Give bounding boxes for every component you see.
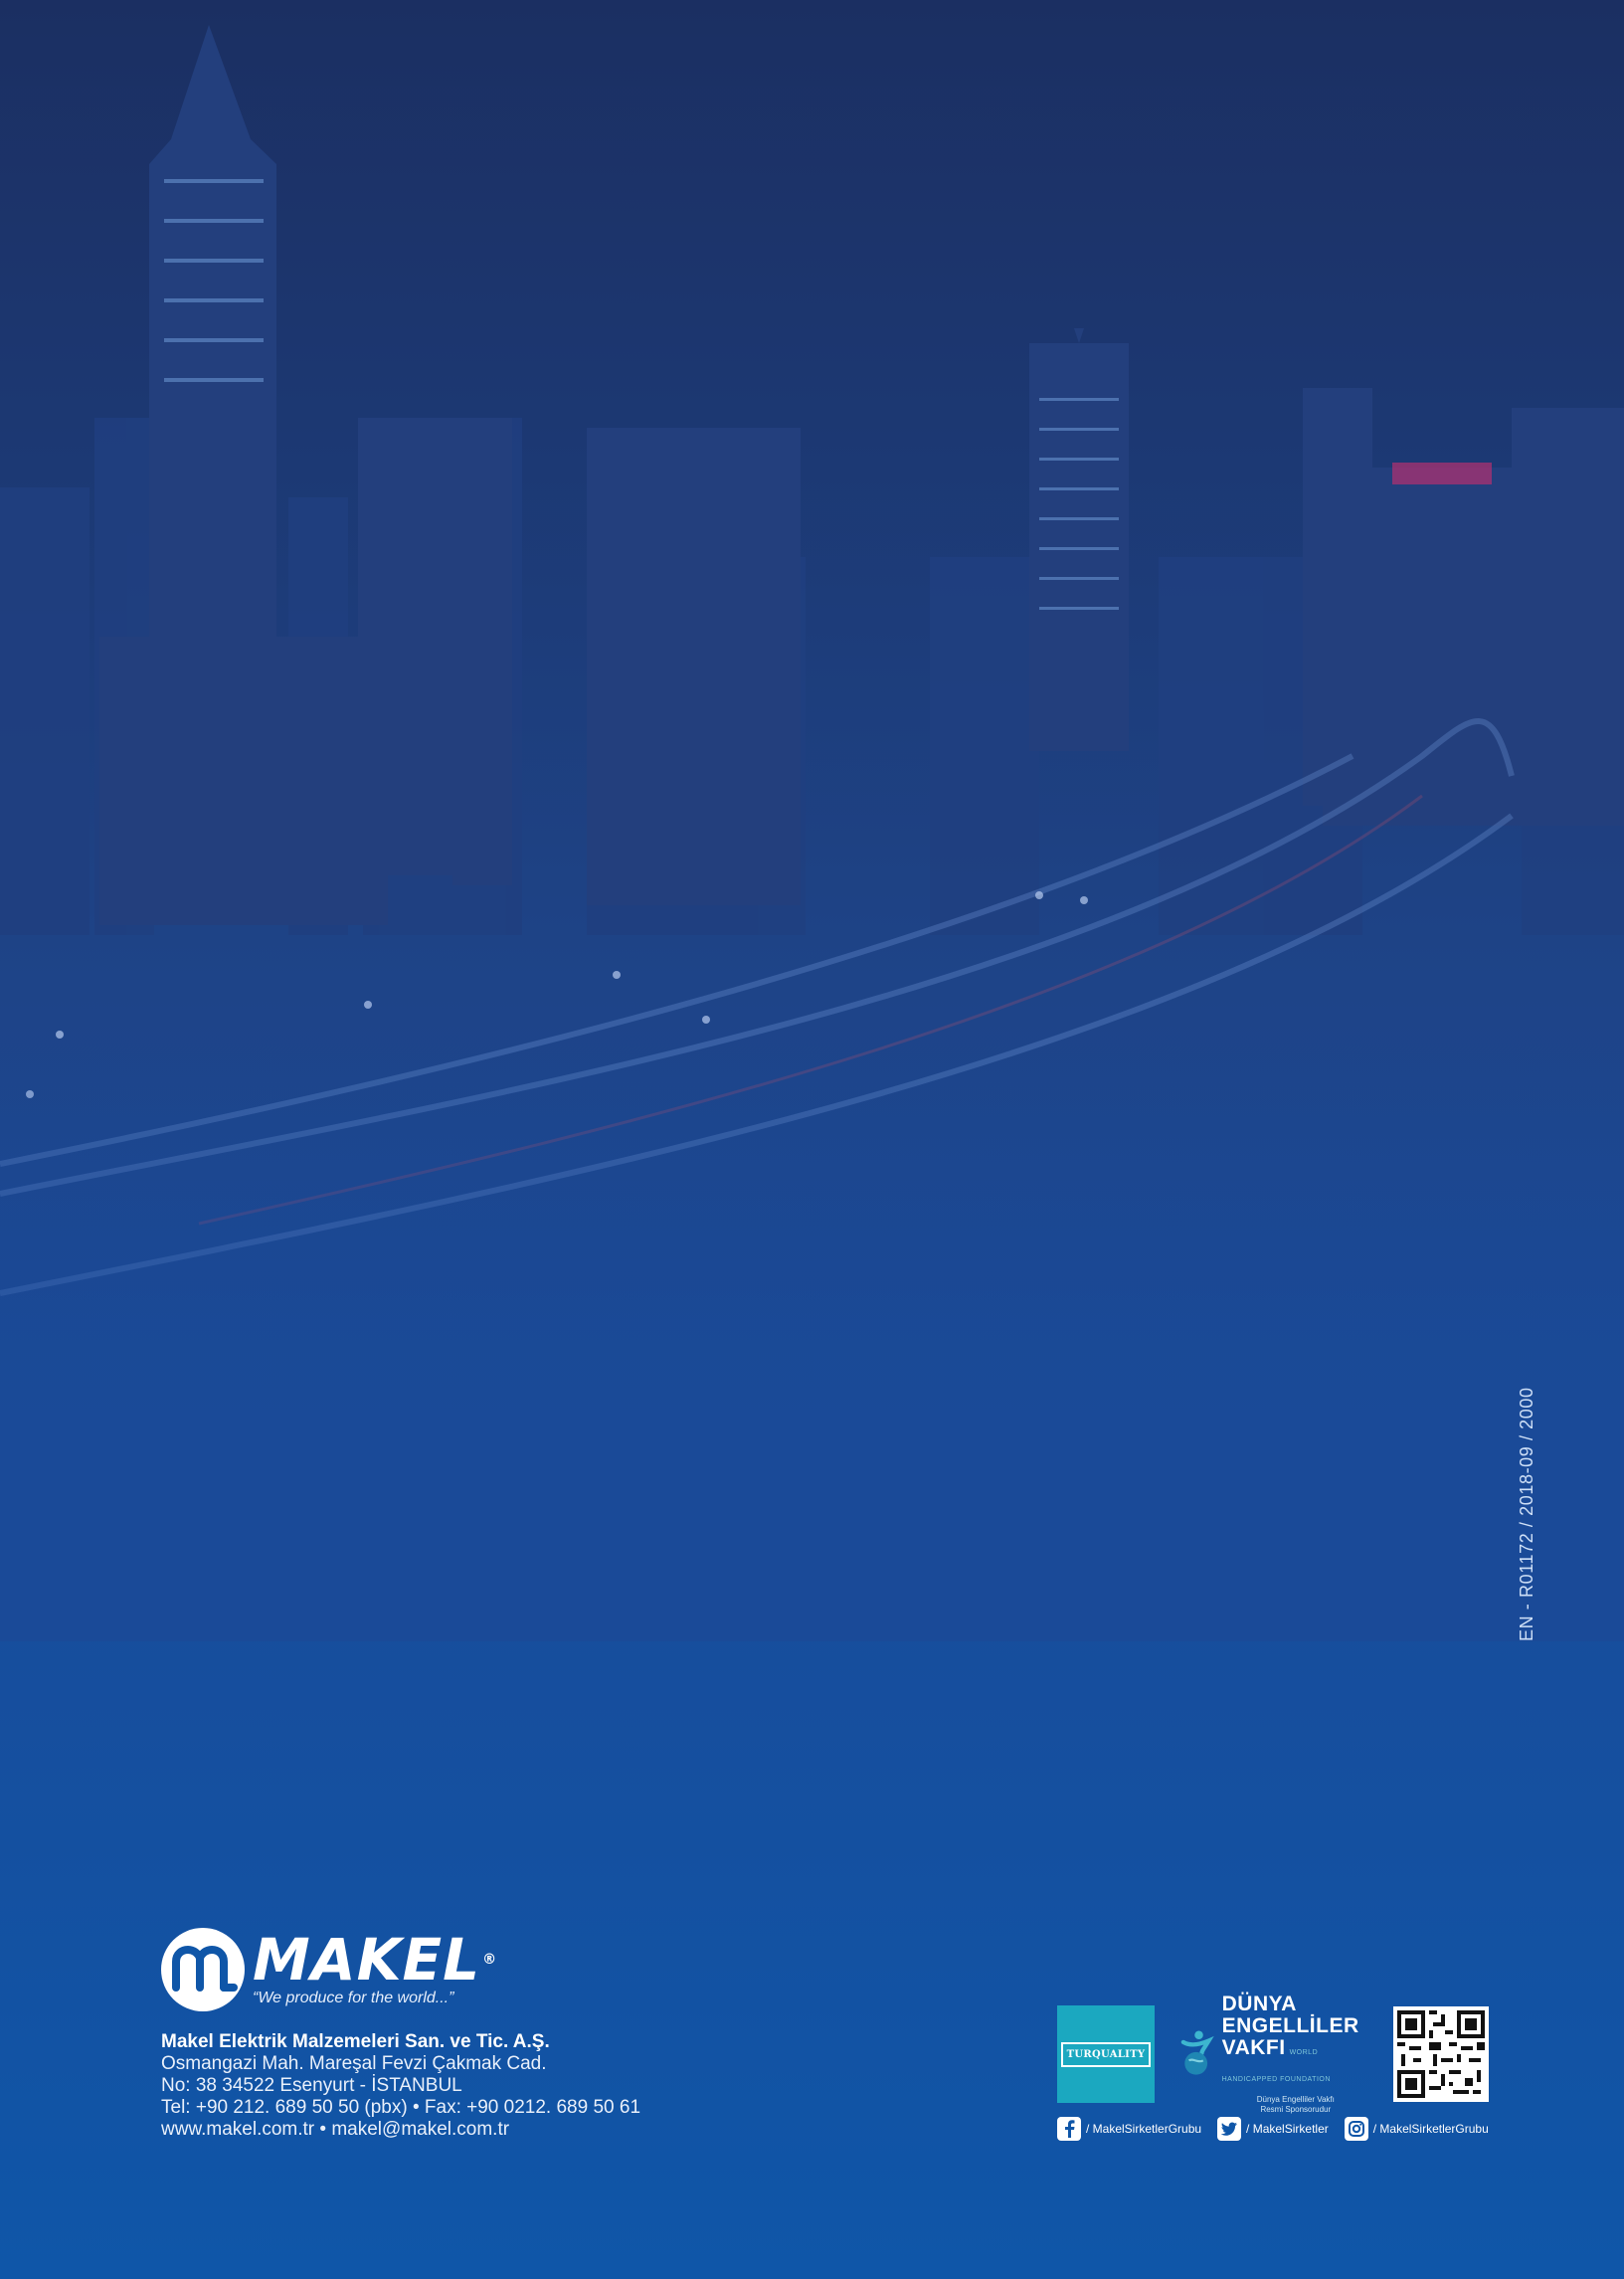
qr-code[interactable] <box>1393 2006 1489 2102</box>
foundation-figure-icon <box>1180 2030 1214 2075</box>
company-info: MAKEL ® “We produce for the world...” Mak… <box>161 1928 640 2141</box>
logo-wordmark: MAKEL <box>253 1926 481 1994</box>
city-skyline-background <box>0 0 1624 1641</box>
badge-row: TURQUALITY DÜNYA ENGELLİLER VAKFI WORLD H… <box>1057 1994 1489 2115</box>
twitter-icon <box>1217 2117 1242 2141</box>
instagram-handle: / MakelSirketlerGrubu <box>1372 2122 1489 2136</box>
instagram-link[interactable]: / MakelSirketlerGrubu <box>1344 2117 1489 2141</box>
registered-mark: ® <box>482 1952 498 1968</box>
turquality-logo: TURQUALITY <box>1057 2005 1155 2103</box>
twitter-link[interactable]: / MakelSirketler <box>1217 2117 1329 2141</box>
phone-fax: Tel: +90 212. 689 50 50 (pbx) • Fax: +90… <box>161 2097 641 2118</box>
facebook-link[interactable]: / MakelSirketlerGrubu <box>1057 2117 1201 2141</box>
company-address: Makel Elektrik Malzemeleri San. ve Tic. … <box>161 2031 640 2141</box>
world-handicapped-foundation-logo: DÜNYA ENGELLİLER VAKFI WORLD HANDICAPPED … <box>1180 1994 1369 2115</box>
foundation-line-1: DÜNYA <box>1221 1993 1297 2015</box>
document-code: EN - R01172 / 2018-09 / 2000 <box>1517 1387 1536 1641</box>
address-line-1: Osmangazi Mah. Mareşal Fevzi Çakmak Cad. <box>161 2053 547 2074</box>
social-links: / MakelSirketlerGrubu / MakelSirketler /… <box>1057 2117 1505 2141</box>
facebook-icon <box>1057 2117 1081 2141</box>
makel-logo-mark-icon <box>161 1928 245 2011</box>
makel-logo: MAKEL ® “We produce for the world...” <box>161 1928 640 2011</box>
instagram-icon <box>1344 2117 1368 2141</box>
foundation-line-2: ENGELLİLER <box>1221 2014 1359 2037</box>
address-line-2: No: 38 34522 Esenyurt - İSTANBUL <box>161 2075 462 2096</box>
facebook-handle: / MakelSirketlerGrubu <box>1086 2122 1202 2136</box>
web-email: www.makel.com.tr • makel@makel.com.tr <box>161 2119 510 2140</box>
turquality-label: TURQUALITY <box>1060 2041 1152 2067</box>
company-name: Makel Elektrik Malzemeleri San. ve Tic. … <box>161 2031 550 2052</box>
twitter-handle: / MakelSirketler <box>1246 2122 1329 2136</box>
foundation-line-3: VAKFI <box>1221 2036 1286 2059</box>
foundation-sub-2: Resmi Sponsorudur <box>1260 2105 1332 2114</box>
foundation-sub-1: Dünya Engelliler Vakfı <box>1256 2095 1335 2104</box>
